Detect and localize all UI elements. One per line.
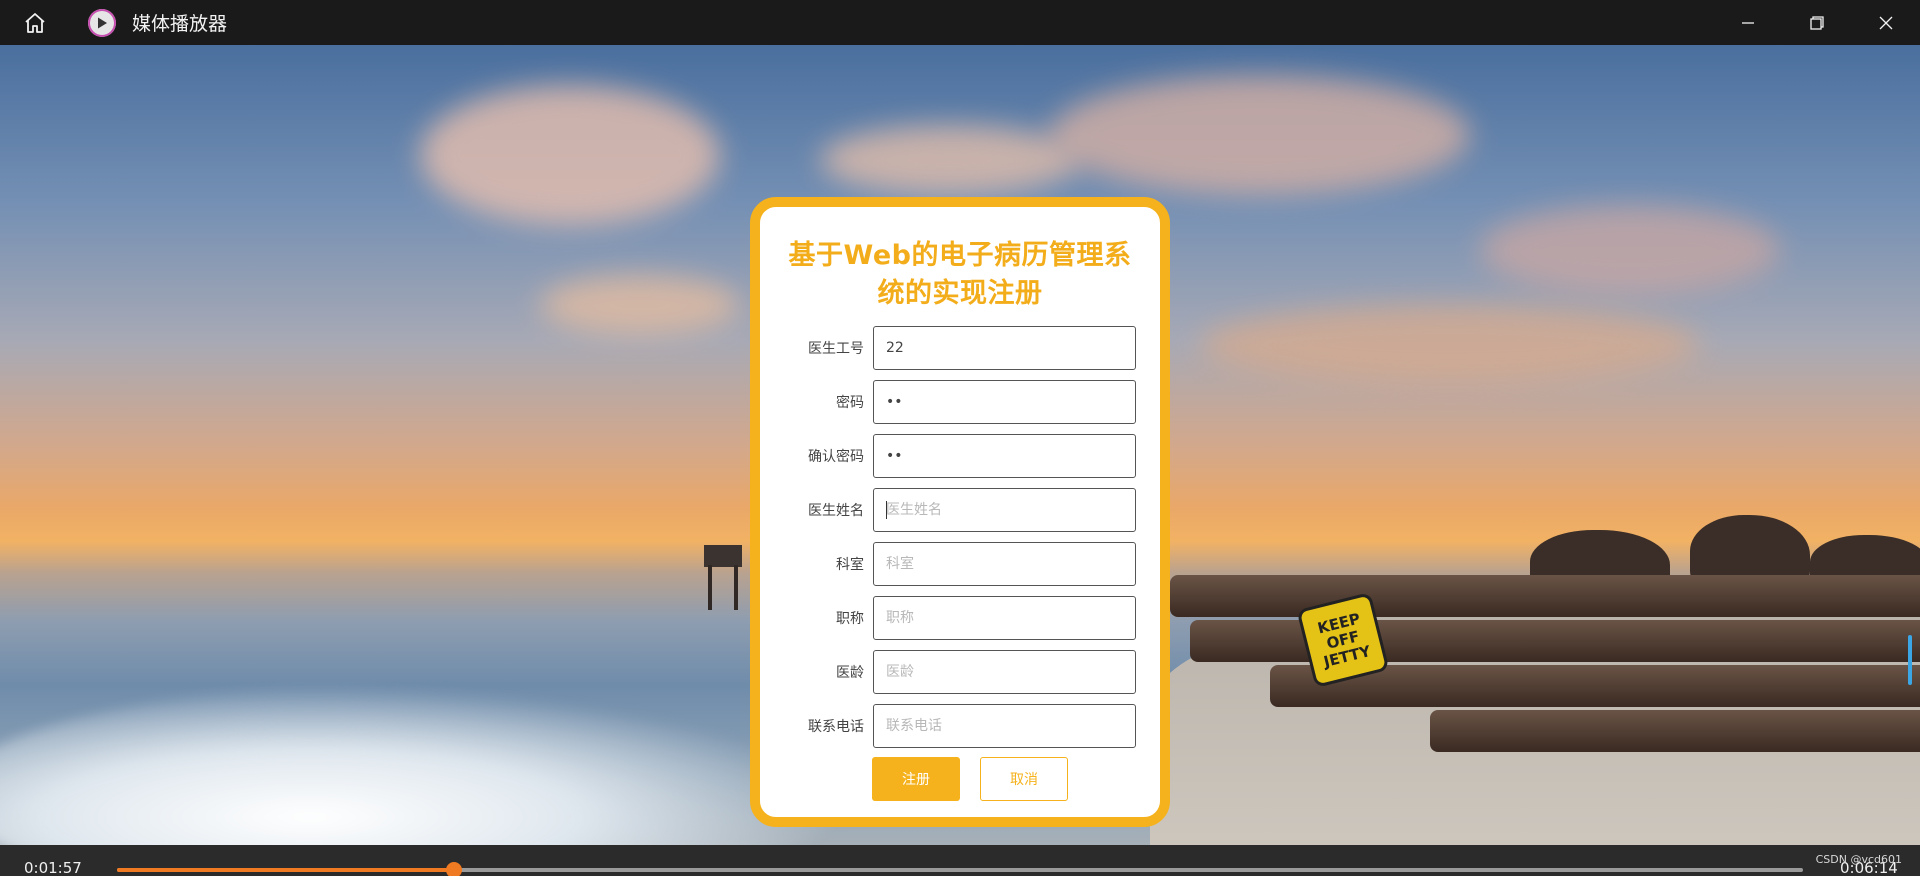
field-label: 医生姓名 (808, 503, 864, 519)
cloud (1480, 205, 1780, 295)
play-circle-icon (88, 8, 116, 37)
field-doctor-id: 医生工号 (760, 326, 1160, 370)
wooden-jetty (1170, 515, 1920, 795)
doctor-name-input[interactable] (873, 488, 1136, 532)
current-time: 0:01:57 (24, 859, 82, 876)
field-label: 密码 (836, 395, 864, 411)
field-password: 密码 (760, 380, 1160, 424)
seek-progress (117, 868, 455, 872)
cloud (1200, 305, 1700, 385)
field-experience: 医龄 (760, 650, 1160, 694)
cloud (420, 85, 720, 225)
close-icon (1879, 16, 1892, 29)
field-label: 科室 (836, 557, 864, 573)
home-icon (25, 12, 45, 33)
department-input[interactable] (873, 542, 1136, 586)
scroll-indicator[interactable] (1908, 635, 1912, 685)
field-label: 联系电话 (808, 719, 864, 735)
close-button[interactable] (1851, 0, 1920, 45)
field-doctor-name: 医生姓名 (760, 488, 1160, 532)
field-title: 职称 (760, 596, 1160, 640)
pier (704, 545, 742, 610)
wave (0, 685, 850, 845)
confirm-password-input[interactable] (873, 434, 1136, 478)
form-title: 基于Web的电子病历管理系统的实现注册 (788, 240, 1132, 309)
watermark: CSDN @vcd601 (1815, 853, 1902, 866)
field-phone: 联系电话 (760, 704, 1160, 748)
field-label: 医龄 (836, 665, 864, 681)
field-label: 职称 (836, 611, 864, 627)
field-label: 确认密码 (808, 449, 864, 465)
job-title-input[interactable] (873, 596, 1136, 640)
password-input[interactable] (873, 380, 1136, 424)
minimize-button[interactable] (1713, 0, 1782, 45)
window-title: 媒体播放器 (132, 13, 228, 35)
restore-button[interactable] (1782, 0, 1851, 45)
cancel-button[interactable]: 取消 (980, 757, 1068, 801)
minimize-icon (1741, 21, 1754, 24)
phone-input[interactable] (873, 704, 1136, 748)
register-button[interactable]: 注册 (872, 757, 960, 801)
home-button[interactable] (0, 0, 70, 45)
field-label: 医生工号 (808, 341, 864, 357)
text-caret (886, 501, 887, 519)
cloud (820, 125, 1080, 195)
seek-track[interactable] (117, 862, 1803, 876)
cloud (1050, 75, 1470, 195)
seek-handle[interactable] (446, 862, 463, 876)
restore-icon (1809, 15, 1824, 30)
title-bar: 媒体播放器 (0, 0, 1920, 45)
field-confirm-password: 确认密码 (760, 434, 1160, 478)
doctor-id-input[interactable] (873, 326, 1136, 370)
register-card: 基于Web的电子病历管理系统的实现注册 医生工号 密码 确认密码 医生姓名 科室… (750, 197, 1170, 827)
experience-years-input[interactable] (873, 650, 1136, 694)
cloud (540, 275, 740, 335)
playback-bar: 0:01:57 0:06:14 CSDN @vcd601 (0, 845, 1920, 876)
field-department: 科室 (760, 542, 1160, 586)
